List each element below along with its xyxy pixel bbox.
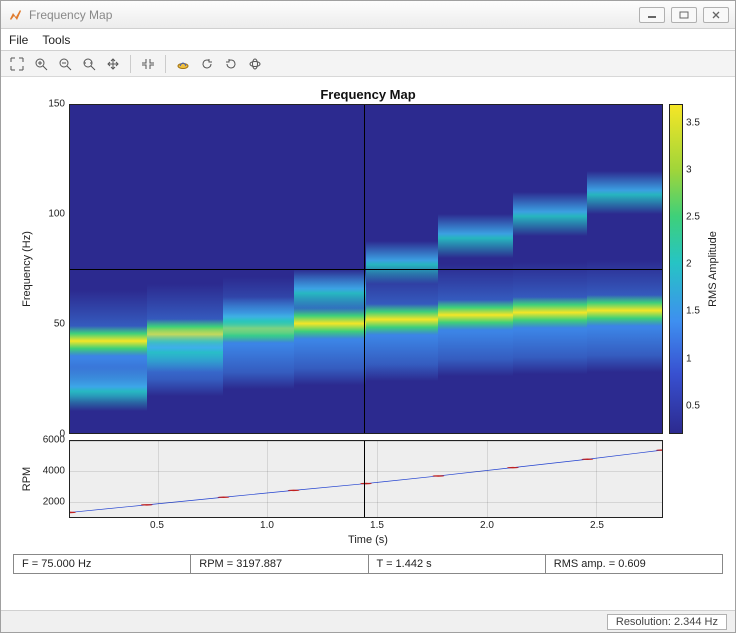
pan-icon[interactable]	[103, 54, 123, 74]
rpm-plot[interactable]	[69, 440, 663, 518]
collapse-icon[interactable]	[138, 54, 158, 74]
x-tick: 1.0	[260, 520, 274, 531]
y-axis-label: Frequency (Hz)	[21, 231, 33, 307]
readout-time: T = 1.442 s	[369, 555, 546, 573]
rpm-crosshair-vertical[interactable]	[364, 441, 365, 517]
x-tick: 0.5	[150, 520, 164, 531]
rpm-y-axis-ticks: 200040006000	[41, 440, 69, 518]
figure-area: Frequency Map Frequency (Hz) 050100150 0…	[1, 77, 735, 610]
colorbar-column: 0.5 1 1.5 2 2.5 3 3.5 RMS Amplitude	[669, 104, 723, 434]
spectrogram-plot[interactable]	[69, 104, 663, 434]
app-window: Frequency Map File Tools Frequency Map F…	[0, 0, 736, 633]
readout-rpm: RPM = 3197.887	[191, 555, 368, 573]
zoom-in-icon[interactable]	[31, 54, 51, 74]
rpm-y-tick: 2000	[43, 497, 65, 508]
colorbar-tick: 1	[686, 353, 692, 364]
axes-title: Frequency Map	[13, 87, 723, 102]
rpm-spacer	[663, 440, 723, 518]
rpm-y-axis-label: RPM	[21, 467, 33, 491]
titlebar: Frequency Map	[1, 1, 735, 29]
statusbar: Resolution: 2.344 Hz	[1, 610, 735, 632]
maximize-button[interactable]	[671, 7, 697, 23]
colorbar-label-box: RMS Amplitude	[705, 104, 721, 434]
y-tick: 100	[48, 209, 65, 220]
toolbar-separator	[165, 55, 166, 73]
rpm-plot-row: RPM 200040006000	[13, 440, 723, 518]
zoom-x-icon[interactable]	[79, 54, 99, 74]
colorbar-tick: 2.5	[686, 212, 700, 223]
window-controls	[639, 7, 729, 23]
ylabel-box: Frequency (Hz)	[13, 104, 41, 434]
main-plot-row: Frequency (Hz) 050100150 0.511.522.533.5…	[13, 104, 723, 434]
x-tick: 2.5	[590, 520, 604, 531]
colorbar-label: RMS Amplitude	[707, 231, 719, 307]
readout-frequency: F = 75.000 Hz	[14, 555, 191, 573]
x-tick: 1.5	[370, 520, 384, 531]
crosshair-horizontal[interactable]	[70, 269, 662, 270]
view3d-icon[interactable]	[173, 54, 193, 74]
minimize-button[interactable]	[639, 7, 665, 23]
colorbar	[669, 104, 683, 434]
rotate3d-icon[interactable]	[245, 54, 265, 74]
rotate-ccw-icon[interactable]	[197, 54, 217, 74]
matlab-icon	[7, 7, 23, 23]
x-tick: 2.0	[480, 520, 494, 531]
rotate-cw-icon[interactable]	[221, 54, 241, 74]
rpm-ylabel-box: RPM	[13, 440, 41, 518]
menubar: File Tools	[1, 29, 735, 51]
toolbar	[1, 51, 735, 77]
y-axis-ticks: 050100150	[41, 104, 69, 434]
menu-file[interactable]: File	[9, 33, 28, 47]
x-axis-ticks: 0.5 1.0 1.5 2.0 2.5	[69, 520, 663, 534]
close-button[interactable]	[703, 7, 729, 23]
colorbar-tick: 3	[686, 165, 692, 176]
colorbar-ticks: 0.5 1 1.5 2 2.5 3 3.5	[683, 104, 705, 434]
toolbar-separator	[130, 55, 131, 73]
menu-tools[interactable]: Tools	[42, 33, 70, 47]
zoom-out-icon[interactable]	[55, 54, 75, 74]
rpm-y-tick: 6000	[43, 435, 65, 446]
colorbar-tick: 2	[686, 259, 692, 270]
y-tick: 150	[48, 99, 65, 110]
status-resolution: Resolution: 2.344 Hz	[607, 614, 727, 630]
rpm-y-tick: 4000	[43, 466, 65, 477]
colorbar-tick: 0.5	[686, 400, 700, 411]
x-axis-label: Time (s)	[13, 534, 723, 546]
colorbar-tick: 3.5	[686, 117, 700, 128]
colorbar-tick: 1.5	[686, 306, 700, 317]
readout-rms: RMS amp. = 0.609	[546, 555, 722, 573]
window-title: Frequency Map	[29, 8, 639, 22]
zoom-full-icon[interactable]	[7, 54, 27, 74]
y-tick: 50	[54, 319, 65, 330]
readout-bar: F = 75.000 Hz RPM = 3197.887 T = 1.442 s…	[13, 554, 723, 574]
